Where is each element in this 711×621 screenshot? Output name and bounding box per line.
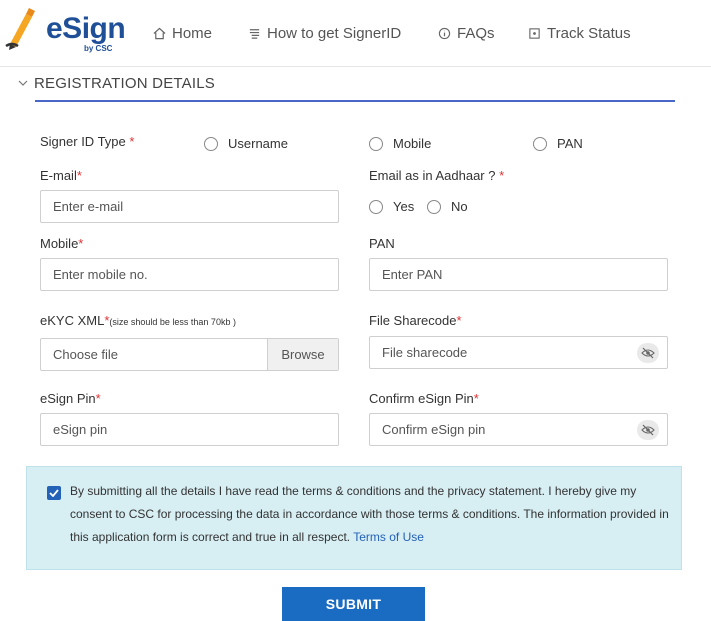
email-aadhaar-label: Email as in Aadhaar ? *: [369, 168, 505, 183]
confirm-pin-label: Confirm eSign Pin*: [369, 391, 479, 406]
radio-no[interactable]: No: [427, 199, 468, 214]
radio-mobile[interactable]: Mobile: [369, 136, 431, 151]
list-icon: [249, 28, 260, 39]
confirm-pin-field[interactable]: Confirm eSign pin: [369, 413, 668, 446]
email-label: E-mail*: [40, 168, 82, 183]
esign-pin-field[interactable]: eSign pin: [40, 413, 339, 446]
consent-box: By submitting all the details I have rea…: [26, 466, 682, 570]
terms-of-use-link[interactable]: Terms of Use: [353, 530, 424, 544]
section-divider: [35, 100, 675, 102]
section-header[interactable]: REGISTRATION DETAILS: [18, 72, 215, 94]
consent-checkbox[interactable]: [47, 486, 61, 500]
check-icon: [49, 489, 59, 497]
esign-logo[interactable]: eSign by CSC: [4, 6, 126, 53]
radio-yes[interactable]: Yes: [369, 199, 414, 214]
browse-button[interactable]: Browse: [267, 339, 338, 370]
email-field[interactable]: Enter e-mail: [40, 190, 339, 223]
home-icon: [153, 27, 166, 39]
nav-faqs[interactable]: FAQs: [438, 24, 495, 42]
radio-pan[interactable]: PAN: [533, 136, 583, 151]
pan-field[interactable]: Enter PAN: [369, 258, 668, 291]
sharecode-label: File Sharecode*: [369, 313, 462, 328]
esign-pin-label: eSign Pin*: [40, 391, 101, 406]
eye-slash-icon[interactable]: [637, 343, 659, 363]
brand-name: eSign: [46, 12, 126, 45]
sharecode-field[interactable]: File sharecode: [369, 336, 668, 369]
mobile-label: Mobile*: [40, 236, 84, 251]
nav-how-to-get-signerid[interactable]: How to get SignerID: [248, 24, 401, 42]
consent-text: By submitting all the details I have rea…: [70, 484, 669, 544]
signer-id-type-label: Signer ID Type *: [40, 134, 135, 149]
radio-username[interactable]: Username: [204, 136, 288, 151]
ekyc-size-note: (size should be less than 70kb ): [109, 317, 236, 327]
nav-home[interactable]: Home: [153, 24, 212, 42]
top-navbar: eSign by CSC Home How to get SignerID FA…: [0, 0, 711, 67]
nav-track-status[interactable]: Track Status: [528, 24, 631, 42]
info-circle-icon: [438, 27, 451, 39]
mobile-field[interactable]: Enter mobile no.: [40, 258, 339, 291]
pen-icon: [5, 8, 35, 50]
ekyc-label: eKYC XML*(size should be less than 70kb …: [40, 313, 236, 328]
section-title: REGISTRATION DETAILS: [34, 74, 215, 92]
ekyc-file-input[interactable]: Choose file Browse: [40, 338, 339, 371]
track-icon: [529, 27, 540, 39]
chevron-down-icon: [18, 80, 28, 86]
pan-label: PAN: [369, 236, 395, 251]
brand-sub: by CSC: [84, 44, 113, 53]
eye-slash-icon[interactable]: [637, 420, 659, 440]
submit-button[interactable]: SUBMIT: [282, 587, 425, 621]
